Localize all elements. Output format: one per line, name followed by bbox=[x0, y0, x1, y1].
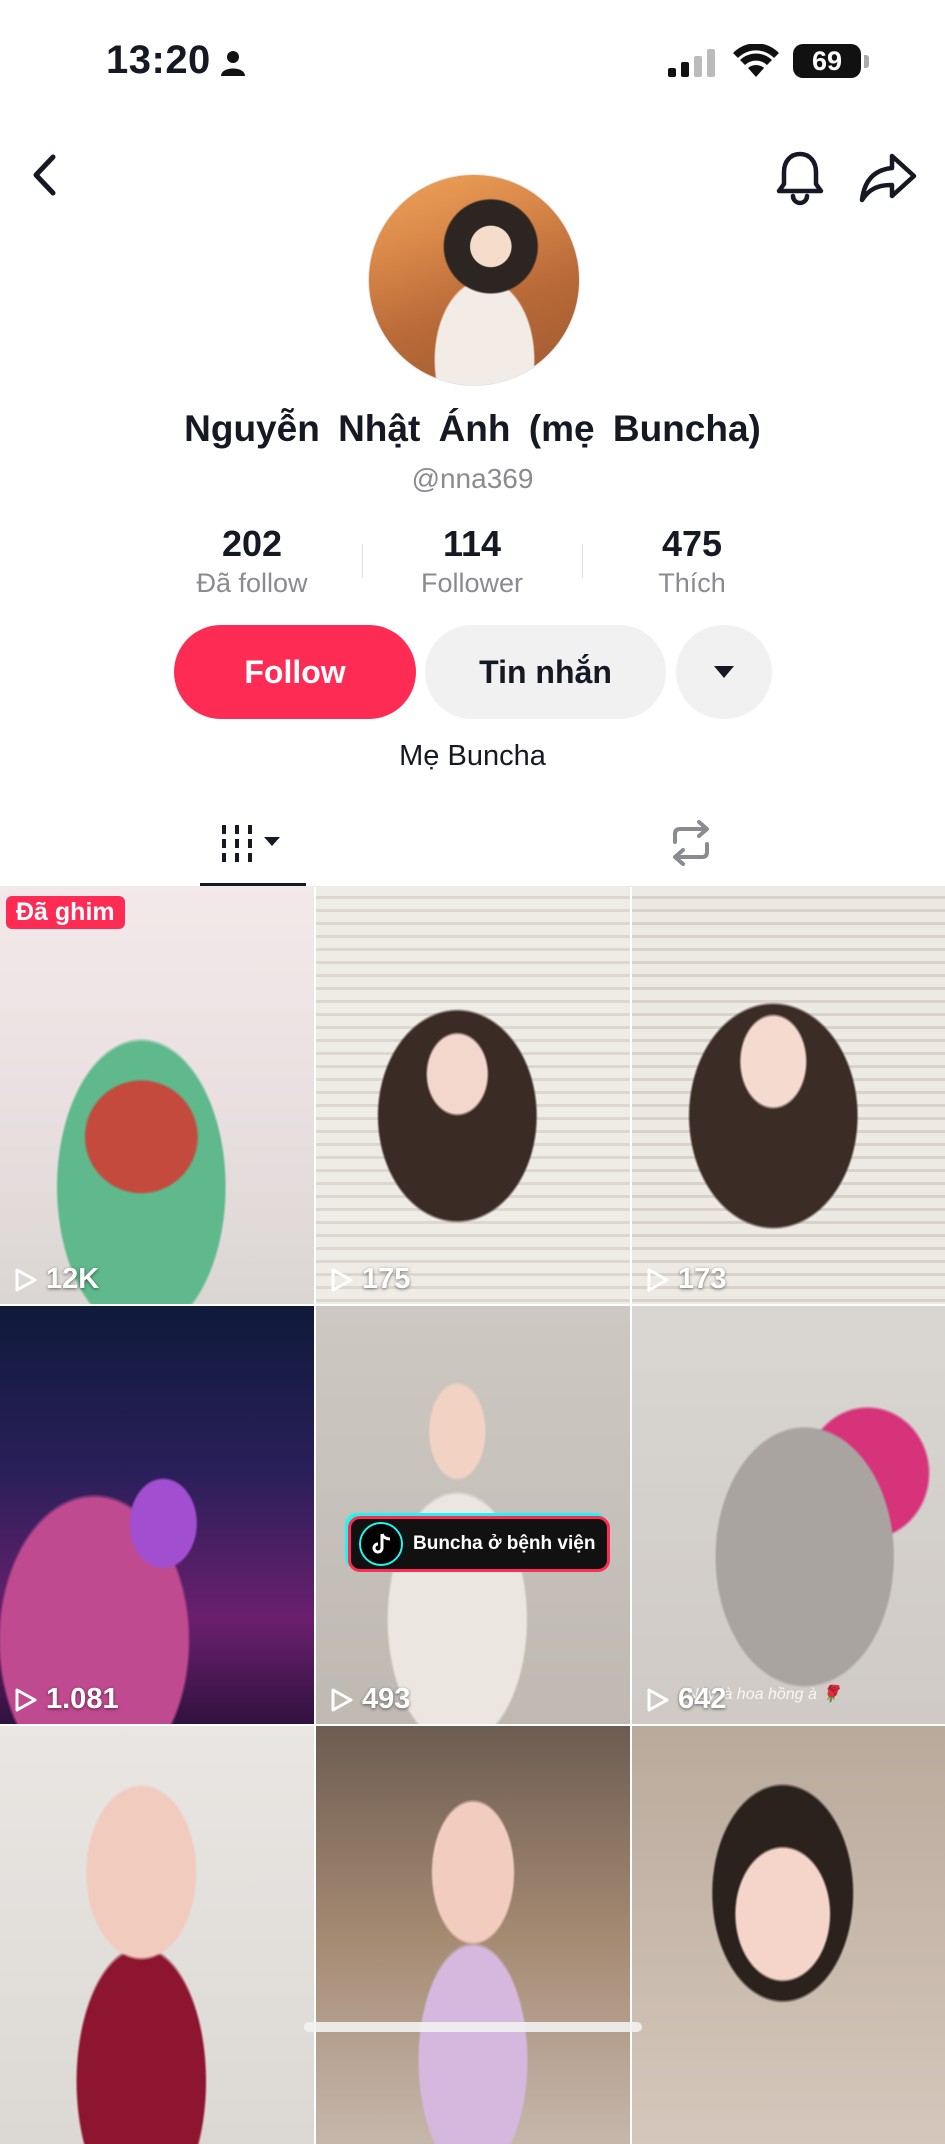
home-indicator[interactable] bbox=[304, 2022, 642, 2032]
stat-following-count: 202 bbox=[221, 523, 283, 564]
video-thumbnail[interactable]: Buncha ở bệnh viện 493 bbox=[316, 1306, 630, 1724]
profile-avatar[interactable] bbox=[368, 174, 580, 386]
stat-likes-count: 475 bbox=[661, 523, 723, 564]
play-icon bbox=[331, 1268, 353, 1291]
content-tabs bbox=[0, 800, 945, 887]
share-arrow-icon bbox=[859, 153, 917, 203]
profile-handle: @nna369 bbox=[411, 463, 534, 494]
view-count: 642 bbox=[646, 1683, 726, 1716]
view-count-text: 12K bbox=[46, 1263, 100, 1295]
video-thumbnail[interactable]: 175 bbox=[316, 886, 630, 1304]
tab-reposts[interactable] bbox=[650, 800, 732, 886]
chevron-left-icon bbox=[33, 154, 56, 196]
video-thumbnail[interactable]: Này là hoa hồng à 🌹 642 bbox=[632, 1306, 945, 1724]
back-button[interactable] bbox=[24, 150, 64, 200]
video-thumbnail[interactable] bbox=[316, 1726, 630, 2144]
status-time: 13:20 bbox=[106, 38, 211, 82]
profile-name: Nguyễn Nhật Ánh (mẹ Buncha) bbox=[184, 408, 761, 449]
stat-divider bbox=[362, 544, 363, 578]
view-count-text: 642 bbox=[678, 1683, 727, 1715]
profile-stats: 202 Đã follow 114 Follower 475 Thích bbox=[0, 522, 945, 602]
profile-bio: Mẹ Buncha bbox=[399, 740, 546, 772]
stat-followers-count: 114 bbox=[442, 523, 502, 564]
play-icon bbox=[647, 1268, 669, 1291]
follow-button[interactable]: Follow bbox=[174, 625, 416, 719]
stat-followers[interactable]: 114 Follower bbox=[372, 522, 572, 600]
battery-indicator: 69 bbox=[793, 44, 861, 78]
play-icon bbox=[647, 1688, 669, 1711]
video-thumbnail[interactable]: Đã ghim 12K bbox=[0, 886, 314, 1304]
view-count: 493 bbox=[330, 1683, 410, 1716]
video-sticker: Buncha ở bệnh viện bbox=[348, 1516, 611, 1572]
play-icon bbox=[15, 1268, 37, 1291]
tiktok-logo-icon bbox=[359, 1522, 403, 1566]
caret-down-icon bbox=[714, 666, 734, 678]
view-count-text: 173 bbox=[678, 1263, 727, 1295]
battery-tip bbox=[864, 55, 869, 68]
cellular-signal-icon bbox=[668, 49, 715, 77]
video-thumbnail[interactable] bbox=[632, 1726, 945, 2144]
video-grid: Đã ghim 12K 175 173 1.081 Buncha ở bệnh … bbox=[0, 886, 945, 2144]
play-icon bbox=[331, 1688, 353, 1711]
more-options-button[interactable] bbox=[676, 625, 772, 719]
sticker-text: Buncha ở bệnh viện bbox=[413, 1533, 596, 1554]
view-count-text: 493 bbox=[362, 1683, 411, 1715]
view-count-text: 175 bbox=[362, 1263, 411, 1295]
share-button[interactable] bbox=[858, 148, 918, 206]
video-thumbnail[interactable]: 1.081 bbox=[0, 1306, 314, 1724]
wifi-icon bbox=[733, 44, 779, 77]
view-count: 1.081 bbox=[14, 1683, 119, 1716]
stat-likes-label: Thích bbox=[658, 568, 726, 598]
video-thumbnail[interactable]: 173 bbox=[632, 886, 945, 1304]
video-thumbnail[interactable] bbox=[0, 1726, 314, 2144]
repost-icon bbox=[673, 820, 709, 866]
bell-icon bbox=[776, 151, 824, 206]
stat-following[interactable]: 202 Đã follow bbox=[152, 522, 352, 600]
grid-icon bbox=[222, 825, 280, 862]
message-button[interactable]: Tin nhắn bbox=[425, 625, 666, 719]
stat-followers-label: Follower bbox=[420, 568, 524, 598]
view-count: 173 bbox=[646, 1263, 726, 1296]
play-icon bbox=[15, 1688, 37, 1711]
view-count: 12K bbox=[14, 1263, 99, 1296]
stat-following-label: Đã follow bbox=[196, 568, 308, 598]
notification-bell-button[interactable] bbox=[772, 148, 828, 206]
stat-divider bbox=[582, 544, 583, 578]
view-count: 175 bbox=[330, 1263, 410, 1296]
tab-videos[interactable] bbox=[200, 800, 306, 886]
person-icon bbox=[221, 51, 245, 76]
stat-likes: 475 Thích bbox=[592, 522, 792, 600]
view-count-text: 1.081 bbox=[46, 1683, 119, 1715]
status-bar: 13:20 69 bbox=[0, 0, 945, 120]
pinned-badge: Đã ghim bbox=[6, 896, 125, 929]
